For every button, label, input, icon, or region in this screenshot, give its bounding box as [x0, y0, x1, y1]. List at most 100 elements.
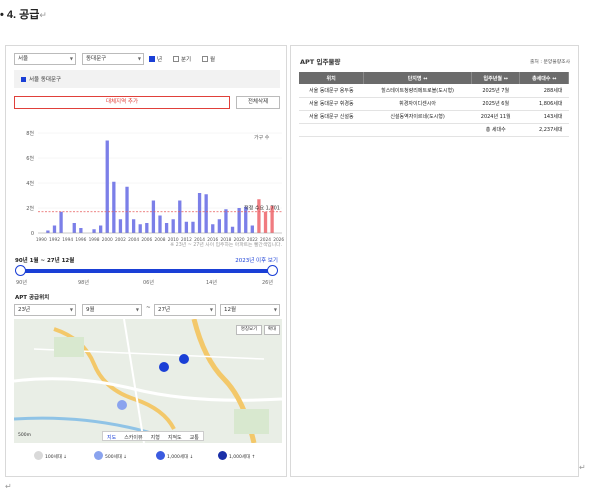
bar-2007[interactable]	[151, 200, 156, 234]
reference-line-label: 적정 수요 1,701	[244, 205, 280, 212]
table-row: 서울 동대문구 용두동 힐스테이트청량리메트로블(도시형) 2025년 7월 2…	[299, 84, 569, 98]
chevron-down-icon: ▼	[137, 56, 141, 61]
bar-2017[interactable]	[217, 219, 221, 233]
region-select[interactable]: 서울 ▼	[14, 53, 76, 65]
col-header-date[interactable]: 입주년월 ↔	[471, 72, 521, 84]
map-tab-cadastral[interactable]: 지적도	[164, 432, 186, 441]
cell-date: 2024년 11월	[471, 110, 520, 124]
supply-location-title: APT 공급위치	[15, 295, 50, 301]
bar-2006[interactable]	[145, 223, 149, 233]
bar-2005[interactable]	[138, 224, 142, 233]
supply-map[interactable]: 명칭묘기 확대 지도 스카이뷰 지형 지적도 교통 500m	[14, 319, 282, 443]
range-tick: 98년	[78, 280, 89, 286]
bar-2016[interactable]	[211, 224, 215, 233]
bar-2024[interactable]	[263, 211, 268, 233]
from-month-select[interactable]: 9월 ▼	[82, 304, 142, 316]
paragraph-mark: ↵	[579, 463, 586, 472]
to-month-select[interactable]: 12월 ▼	[220, 304, 280, 316]
bar-1996[interactable]	[79, 228, 83, 233]
bar-2014[interactable]	[197, 193, 202, 233]
cell-location	[299, 123, 364, 137]
y-tick-label: 2천	[26, 205, 34, 212]
bar-2002[interactable]	[118, 219, 123, 233]
cell-location: 서울 동대문구 휘경동	[299, 97, 364, 111]
cell-units: 288세대	[519, 84, 569, 98]
legend-label: 1,000세대 ↑	[229, 455, 256, 460]
toggle-names-button[interactable]: 명칭묘기	[236, 325, 262, 335]
bar-2004[interactable]	[131, 219, 136, 233]
from-year-select[interactable]: 23년 ▼	[14, 304, 76, 316]
bar-2023[interactable]	[257, 199, 261, 233]
bar-2009[interactable]	[164, 223, 169, 233]
bar-2018[interactable]	[224, 209, 228, 233]
range-tick: 14년	[206, 280, 217, 286]
bar-2001[interactable]	[112, 181, 116, 233]
move-in-title: APT 입주물량	[300, 58, 341, 66]
supply-panel: 서울 ▼ 동대문구 ▼ 년 분기 월 서울 동대문구 대체지역 추가 전체삭제 8천…	[5, 45, 287, 477]
y-tick-label: 8천	[26, 130, 34, 137]
period-month-checkbox[interactable]	[202, 56, 208, 62]
map-canvas	[14, 319, 282, 443]
cell-date: 2025년 6월	[471, 97, 520, 111]
map-scale: 500m	[18, 433, 31, 438]
table-total-row: 총 세대수 2,237세대	[299, 123, 569, 137]
chart-note: ※ 23년 ~ 27년 사이 입주하는 아파트는 빨간색입니다.	[170, 243, 282, 248]
period-quarter-label: 분기	[181, 57, 192, 63]
cell-units: 1,806세대	[519, 97, 569, 111]
section-title: • 4. 공급	[0, 9, 40, 21]
area-color-marker	[21, 77, 26, 82]
bar-2013[interactable]	[191, 221, 195, 233]
chart-unit-label: 가구 수	[254, 134, 270, 141]
bar-2012[interactable]	[184, 221, 189, 233]
range-label: 90년 1월 ~ 27년 12월	[15, 258, 75, 264]
to-year-select[interactable]: 27년 ▼	[154, 304, 216, 316]
col-header-units[interactable]: 총세대수 ↔	[519, 72, 569, 84]
bar-2008[interactable]	[158, 215, 162, 234]
chevron-down-icon: ▼	[135, 307, 139, 312]
bar-1992[interactable]	[52, 225, 57, 234]
table-source: 출처 : 분양물량조사	[530, 60, 570, 65]
cell-complex: 힐스테이트청량리메트로블(도시형)	[363, 84, 472, 98]
chevron-down-icon: ▼	[273, 307, 277, 312]
map-tab-skyview[interactable]: 스카이뷰	[120, 432, 146, 441]
cell-complex: 신설동역자이르네(도시형)	[363, 110, 472, 124]
map-tab-map[interactable]: 지도	[103, 432, 120, 441]
bar-2015[interactable]	[204, 194, 208, 233]
add-compare-region-button[interactable]: 대체지역 추가	[14, 96, 230, 109]
table-row: 서울 동대문구 휘경동 휘경자이디센시아 2025년 6월 1,806세대	[299, 97, 569, 111]
period-quarter-checkbox[interactable]	[173, 56, 179, 62]
y-tick-label: 0	[31, 231, 34, 237]
bar-2019[interactable]	[230, 226, 235, 233]
range-tick: 26년	[262, 280, 273, 286]
delete-all-button[interactable]: 전체삭제	[236, 96, 280, 109]
map-tab-traffic[interactable]: 교통	[186, 432, 203, 441]
legend-circle-icon	[156, 451, 165, 460]
after-2023-link[interactable]: 2023년 이후 보기	[235, 256, 278, 264]
period-year-checkbox[interactable]	[149, 56, 155, 62]
legend-label: 500세대 ↓	[105, 455, 128, 460]
bar-2010[interactable]	[171, 219, 175, 233]
bar-2000[interactable]	[105, 140, 109, 234]
total-units: 2,237세대	[519, 123, 569, 137]
range-start-handle[interactable]	[15, 265, 26, 276]
bar-1991[interactable]	[46, 230, 50, 234]
map-tab-terrain[interactable]: 지형	[147, 432, 164, 441]
bar-2003[interactable]	[125, 186, 129, 233]
period-month-label: 월	[210, 57, 216, 63]
district-select[interactable]: 동대문구 ▼	[82, 53, 144, 65]
zoom-in-button[interactable]: 확대	[264, 325, 280, 335]
y-tick-label: 4천	[26, 180, 34, 187]
section-heading: • 4. 공급↵	[0, 6, 47, 22]
range-end-handle[interactable]	[267, 265, 278, 276]
bar-1999[interactable]	[99, 225, 103, 234]
bar-2022[interactable]	[250, 225, 254, 234]
cell-units: 143세대	[519, 110, 569, 124]
range-slider-track[interactable]	[20, 269, 272, 273]
cell-complex: 휘경자이디센시아	[363, 97, 472, 111]
bar-1993[interactable]	[59, 211, 63, 233]
legend-circle-icon	[218, 451, 227, 460]
col-header-complex[interactable]: 단지명 ↔	[363, 72, 472, 84]
bar-1995[interactable]	[72, 223, 76, 233]
bar-2011[interactable]	[178, 200, 182, 234]
bar-1998[interactable]	[92, 229, 96, 233]
